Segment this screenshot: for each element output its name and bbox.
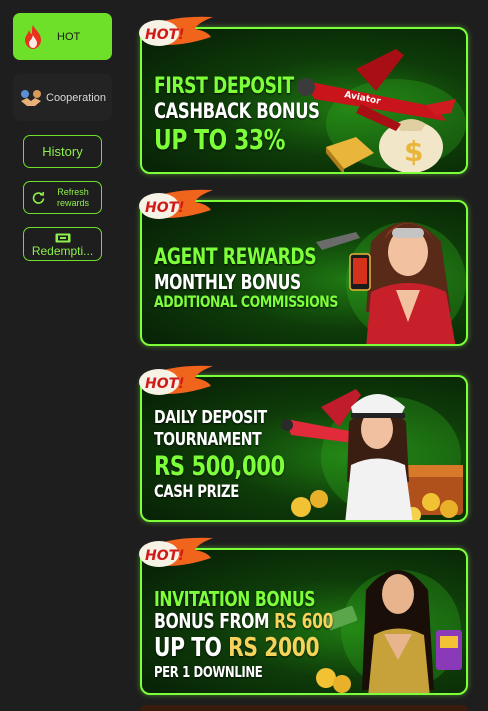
banner4-line4: PER 1 DOWNLINE <box>154 663 263 681</box>
tab-hot-label: HOT <box>57 30 81 43</box>
refresh-icon <box>32 191 45 204</box>
banner4-line3-text: UP TO <box>154 633 229 663</box>
captain-treasure-illustration <box>281 389 463 520</box>
banner2-line3: ADDITIONAL COMMISSIONS <box>154 292 338 311</box>
banner4-line2-text: BONUS FROM <box>154 609 275 633</box>
history-button[interactable]: History <box>23 135 102 168</box>
banner4-line3-amount: Rs 2000 <box>228 633 320 663</box>
next-banner-edge <box>140 705 468 711</box>
banner1-line2: CASHBACK BONUS <box>154 99 320 123</box>
refresh-rewards-button[interactable]: Refresh rewards <box>23 181 102 214</box>
redemption-button[interactable]: Redempti... <box>23 227 102 261</box>
banner1-line1: FIRST DEPOSIT <box>154 74 294 99</box>
banner2-line1: AGENT REWARDS <box>154 245 317 270</box>
ticket-icon <box>55 233 71 244</box>
hot-badge-3-label: HOT! <box>145 376 185 392</box>
banner3-line4: CASH PRIZE <box>154 482 239 502</box>
banner1-line3: UP TO 33% <box>154 123 286 156</box>
banner-invitation-bonus[interactable]: INVITATION BONUS BONUS FROM Rs 600 UP TO… <box>140 548 468 695</box>
tab-cooperation-label: Cooperation <box>46 91 106 104</box>
sidebar: HOT Cooperation History Refresh rewards <box>0 0 125 711</box>
banner4-line2-amount: Rs 600 <box>274 609 334 633</box>
banner3-line3: Rs 500,000 <box>154 451 285 482</box>
refresh-label: Refresh rewards <box>56 186 89 208</box>
hot-badge-4: HOT! <box>139 537 213 567</box>
banner-first-deposit[interactable]: $ Aviator FIRST DEPOSIT CASHBACK BONUS U… <box>140 27 468 174</box>
banner3-line1: DAILY DEPOSIT <box>154 407 267 428</box>
tab-hot[interactable]: HOT <box>13 13 112 60</box>
handshake-icon <box>16 89 46 107</box>
banner4-line2: BONUS FROM Rs 600 <box>154 609 333 633</box>
pilot-woman-illustration <box>316 222 466 344</box>
redemption-label: Redempti... <box>31 243 94 258</box>
history-label: History <box>42 144 83 159</box>
hot-badge-3: HOT! <box>139 365 213 395</box>
hot-badge-1-label: HOT! <box>145 27 185 43</box>
banner2-line2: MONTHLY BONUS <box>154 270 301 294</box>
banner4-line1: INVITATION BONUS <box>154 587 316 611</box>
hot-badge-1: HOT! <box>139 16 213 46</box>
banner4-line3: UP TO Rs 2000 <box>154 633 320 663</box>
flame-icon <box>13 24 53 50</box>
hot-badge-2: HOT! <box>139 189 213 219</box>
hot-badge-2-label: HOT! <box>145 200 185 216</box>
banner3-line2: TOURNAMENT <box>154 429 262 450</box>
svg-text:$: $ <box>404 135 423 168</box>
hot-badge-4-label: HOT! <box>145 548 185 564</box>
tab-cooperation[interactable]: Cooperation <box>13 74 112 121</box>
